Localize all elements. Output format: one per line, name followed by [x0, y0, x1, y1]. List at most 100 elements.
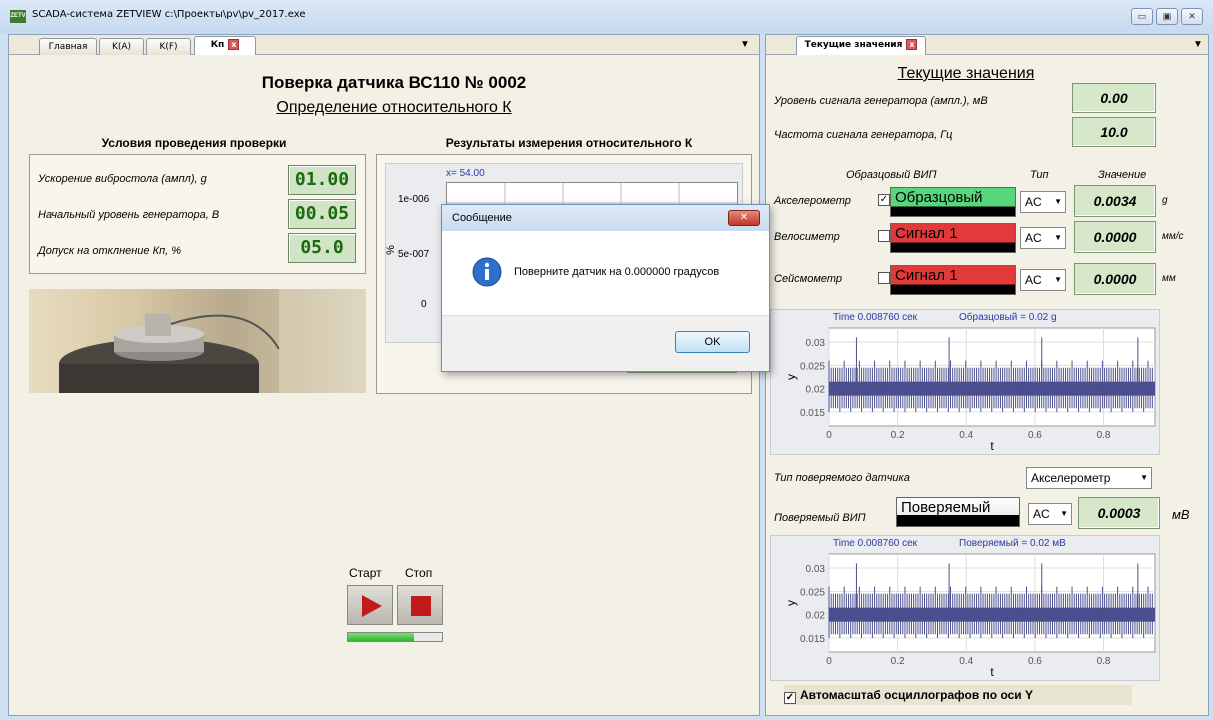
- sensor-type-select[interactable]: Акселерометр ▼: [1026, 467, 1152, 489]
- sensor-signal-meter[interactable]: Сигнал 1: [890, 265, 1016, 295]
- dialog-message: Поверните датчик на 0.000000 градусов: [514, 266, 720, 278]
- results-header: Результаты измерения относительного К: [445, 136, 693, 150]
- col-ref-header: Образцовый ВИП: [846, 169, 937, 181]
- tolerance-label: Допуск на отклнение Кп, %: [38, 245, 182, 257]
- sensor-photo: [29, 289, 366, 394]
- dut-type-select[interactable]: AC ▼: [1028, 503, 1072, 525]
- autoscale-checkbox[interactable]: ✓: [784, 692, 796, 704]
- dut-unit: мВ: [1172, 507, 1190, 522]
- col-type-header: Тип: [1030, 169, 1049, 181]
- maximize-button[interactable]: ▣: [1156, 8, 1178, 25]
- y-tick-5e7: 5e-007: [398, 249, 430, 260]
- x-tick-label: 0.4: [959, 656, 973, 667]
- sensor-checkbox[interactable]: [878, 272, 890, 284]
- tab-main[interactable]: Главная: [39, 38, 97, 55]
- scope2: Time 0.008760 сек Поверяемый = 0.02 мВ 0…: [770, 535, 1160, 681]
- tolerance-value[interactable]: 05.0: [288, 233, 356, 263]
- sensor-checkbox[interactable]: ✓: [878, 194, 890, 206]
- sensor-type-select[interactable]: AC ▼: [1020, 191, 1066, 213]
- conditions-header: Условия проведения проверки: [101, 136, 287, 150]
- stop-label: Стоп: [405, 566, 433, 580]
- vibration-table-image: [59, 289, 366, 394]
- tab-close-icon[interactable]: x: [228, 39, 240, 50]
- stop-button[interactable]: [397, 585, 443, 625]
- window-title: SCADA-система ZETVIEW c:\Проекты\pv\pv_2…: [32, 9, 306, 20]
- x-tick-label: 0: [826, 430, 832, 441]
- sensor-signal-name: Сигнал 1: [895, 225, 958, 242]
- sensor-value: 0.0000: [1074, 263, 1156, 295]
- start-label: Старт: [349, 566, 382, 580]
- y-axis-label: %: [384, 245, 397, 255]
- dut-value: 0.0003: [1078, 497, 1160, 529]
- dut-type-value: AC: [1033, 507, 1050, 521]
- play-icon: [362, 595, 382, 617]
- sensor-name: Сейсмометр: [774, 273, 843, 285]
- sensor-signal-meter[interactable]: Образцовый: [890, 187, 1016, 217]
- x-tick-label: 0: [826, 656, 832, 667]
- sensor-type-value: AC: [1025, 231, 1042, 245]
- sensor-unit: g: [1162, 195, 1168, 206]
- page-title: Поверка датчика ВС110 № 0002: [261, 73, 527, 92]
- chart-cursor-readout: x= 54.00: [446, 168, 485, 179]
- sensor-signal-meter[interactable]: Сигнал 1: [890, 223, 1016, 253]
- tab-kp-label: Кп: [210, 40, 225, 50]
- tab-current-values[interactable]: Текущие значения x: [796, 36, 926, 55]
- minimize-button[interactable]: ▭: [1131, 8, 1153, 25]
- sensor-signal-name: Сигнал 1: [895, 267, 958, 284]
- x-tick-label: 0.8: [1097, 430, 1111, 441]
- sensor-type-value: AC: [1025, 273, 1042, 287]
- tab-kp[interactable]: Кп x: [194, 36, 256, 55]
- chevron-down-icon: ▼: [1054, 197, 1062, 206]
- y-tick-label: 0.025: [800, 587, 825, 598]
- y-tick-label: 0.02: [806, 611, 826, 622]
- gen-freq-value: 10.0: [1072, 117, 1156, 147]
- sensor-type-select[interactable]: AC ▼: [1020, 227, 1066, 249]
- sensor-unit: мм/с: [1162, 231, 1184, 242]
- sensor-type-value: Акселерометр: [1031, 471, 1111, 485]
- y-tick-label: 0.015: [800, 634, 825, 645]
- sensor-type-label: Тип поверяемого датчика: [774, 472, 910, 484]
- chevron-down-icon: ▼: [1140, 473, 1148, 482]
- sensor-signal-name: Образцовый: [895, 189, 983, 206]
- col-value-header: Значение: [1098, 169, 1147, 181]
- tab-k-f[interactable]: K(F): [146, 38, 191, 55]
- scope2-plot[interactable]: 0.03 0.025 0.02 0.0150 0.2 0.4 0.6 0.8 t y: [771, 536, 1161, 682]
- dut-signal-name: Поверяемый: [901, 499, 991, 516]
- chevron-down-icon: ▼: [1060, 509, 1068, 518]
- scope1-plot[interactable]: 0.03 0.025 0.02 0.0150 0.2 0.4 0.6 0.8 t y: [771, 310, 1161, 456]
- x-axis-label: t: [990, 665, 994, 679]
- gen-level-label: Начальный уровень генератора, В: [38, 209, 220, 221]
- sensor-type-select[interactable]: AC ▼: [1020, 269, 1066, 291]
- sensor-value: 0.0034: [1074, 185, 1156, 217]
- left-panel: Главная K(A) K(F) Кп x ▼ Поверка датчика …: [8, 34, 760, 716]
- start-button[interactable]: [347, 585, 393, 625]
- sensor-checkbox[interactable]: [878, 230, 890, 242]
- accel-value[interactable]: 01.00: [288, 165, 356, 195]
- dialog-close-button[interactable]: ✕: [728, 210, 760, 226]
- sensor-name: Акселерометр: [774, 195, 851, 207]
- x-tick-label: 0.2: [891, 430, 905, 441]
- y-axis-label: y: [784, 374, 798, 380]
- ok-button[interactable]: OK: [675, 331, 750, 353]
- tab-list-chevron-icon[interactable]: ▼: [740, 39, 750, 50]
- tab-list-chevron-icon[interactable]: ▼: [1193, 39, 1203, 50]
- y-axis-label: y: [784, 600, 798, 606]
- tab-k-a[interactable]: K(A): [99, 38, 144, 55]
- autoscale-label: Автомасштаб осциллографов по оси Y: [800, 688, 1034, 702]
- page-subtitle: Определение относительного К: [276, 99, 512, 116]
- dut-label: Поверяемый ВИП: [774, 512, 866, 524]
- gen-level-label: Уровень сигнала генератора (ампл.), мВ: [774, 95, 988, 107]
- close-button[interactable]: ✕: [1181, 8, 1203, 25]
- sensor-value: 0.0000: [1074, 221, 1156, 253]
- left-tabstrip: Главная K(A) K(F) Кп x ▼: [9, 35, 759, 55]
- chevron-down-icon: ▼: [1054, 233, 1062, 242]
- y-tick-1e6: 1e-006: [398, 194, 430, 205]
- accel-label: Ускорение вибростола (ампл), g: [38, 173, 207, 185]
- dialog-title: Сообщение: [452, 212, 512, 224]
- dut-signal-meter[interactable]: Поверяемый: [896, 497, 1020, 527]
- gen-level-value[interactable]: 00.05: [288, 199, 356, 229]
- tab-close-icon[interactable]: x: [906, 39, 918, 50]
- dialog-titlebar: Сообщение ✕: [442, 205, 769, 231]
- stop-icon: [411, 596, 431, 616]
- autoscale-row[interactable]: ✓ Автомасштаб осциллографов по оси Y: [784, 685, 1132, 705]
